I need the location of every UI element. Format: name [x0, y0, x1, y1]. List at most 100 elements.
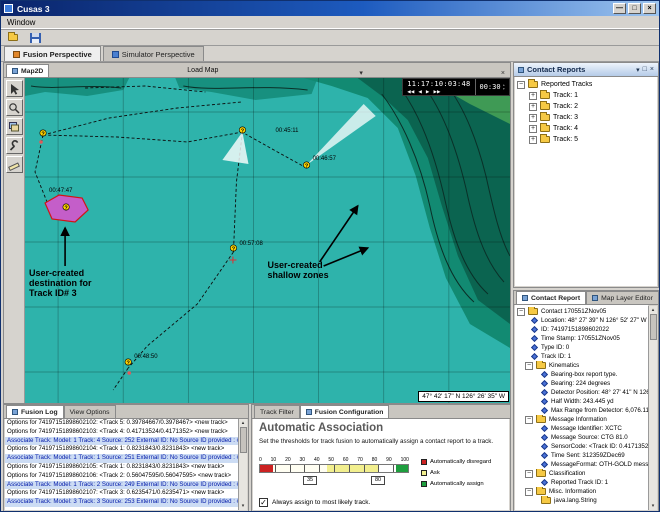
- time-control-bar[interactable]: 11:17:10:03:48 ◀◀ ◀ ▶ ▶▶ 00:30 ▴▾: [402, 78, 510, 96]
- minimize-button[interactable]: —: [613, 3, 626, 14]
- tree-item[interactable]: ID: 74197151898602022: [515, 325, 648, 334]
- play-icon[interactable]: ▶: [426, 88, 430, 95]
- tree-item-contact[interactable]: −Contact 170551ZNov05: [515, 307, 648, 316]
- tab-map-layer-editor[interactable]: Map Layer Editor: [586, 291, 659, 304]
- step-back-icon[interactable]: ◀: [418, 88, 422, 95]
- save-button[interactable]: [26, 31, 44, 45]
- close-button[interactable]: ×: [643, 3, 656, 14]
- collapse-icon[interactable]: −: [525, 488, 533, 496]
- log-entry[interactable]: Associate Track: Model: 1 Track: 4 Sourc…: [5, 437, 238, 446]
- tree-item-kinematics[interactable]: −Kinematics: [515, 361, 648, 370]
- upper-threshold-handle[interactable]: 80: [371, 476, 385, 485]
- measure-tool-button[interactable]: [6, 156, 23, 173]
- collapse-icon[interactable]: −: [517, 81, 525, 89]
- log-entry[interactable]: Associate Track: Model: 3 Track: 3 Sourc…: [5, 498, 238, 507]
- tree-item[interactable]: Max Range from Detector: 6,076.115 yd: [515, 406, 648, 415]
- time-interval-control[interactable]: 00:30 ▴▾: [475, 79, 510, 95]
- log-entry[interactable]: Associate Track: Model: 1 Track: 2 Sourc…: [5, 481, 238, 490]
- log-entry[interactable]: Options for 74197151898602107: <Track 3:…: [5, 489, 238, 498]
- panel-close-icon[interactable]: ×: [498, 70, 508, 77]
- log-entry[interactable]: Options for 74197151898602104: <Track 1:…: [5, 445, 238, 454]
- log-entry[interactable]: Options for 74197151898602106: <Track 2:…: [5, 472, 238, 481]
- tree-item-message-information[interactable]: −Message Information: [515, 415, 648, 424]
- tab-simulator-perspective[interactable]: Simulator Perspective: [103, 46, 204, 61]
- log-entry[interactable]: Options for 74197151898602103: <Track 4:…: [5, 428, 238, 437]
- vertical-scrollbar[interactable]: ▴ ▾: [238, 419, 247, 510]
- tree-item-track-2[interactable]: +Track: 2: [515, 101, 657, 112]
- checkbox-checked-icon[interactable]: ✓: [259, 498, 268, 507]
- log-entry[interactable]: Associate Track: Model: 1 Track: 1 Sourc…: [5, 454, 238, 463]
- tree-item[interactable]: Track ID: 1: [515, 352, 648, 361]
- tab-fusion-perspective[interactable]: Fusion Perspective: [4, 46, 101, 61]
- tab-track-filter[interactable]: Track Filter: [254, 405, 300, 418]
- log-entry[interactable]: Options for 74197151898602102: <Track 5:…: [5, 419, 238, 428]
- scroll-up-icon[interactable]: ▴: [242, 419, 245, 427]
- expand-icon[interactable]: +: [529, 136, 537, 144]
- scroll-thumb[interactable]: [650, 314, 657, 340]
- tree-item-track-1[interactable]: +Track: 1: [515, 90, 657, 101]
- load-map-button[interactable]: Load Map: [181, 67, 224, 74]
- expand-icon[interactable]: +: [529, 125, 537, 133]
- panel-chevron-icon[interactable]: ▾: [636, 66, 640, 74]
- svg-text:Track ID# 3: Track ID# 3: [29, 288, 77, 298]
- tab-map2d[interactable]: Map2D: [6, 64, 49, 77]
- tree-item[interactable]: Message Identifier: XCTC: [515, 424, 648, 433]
- tree-item-classification[interactable]: −Classification: [515, 469, 648, 478]
- tree-item[interactable]: Bearing: 224 degrees: [515, 379, 648, 388]
- fast-forward-icon[interactable]: ▶▶: [433, 88, 440, 95]
- tree-item[interactable]: Half Width: 243.445 yd: [515, 397, 648, 406]
- threshold-slider[interactable]: [259, 464, 409, 473]
- tree-item[interactable]: Message Source: CTG 81.0: [515, 433, 648, 442]
- panel-restore-icon[interactable]: □: [643, 66, 647, 74]
- scroll-thumb[interactable]: [240, 427, 247, 453]
- panel-close-icon[interactable]: ×: [650, 66, 654, 74]
- collapse-icon[interactable]: −: [517, 308, 525, 316]
- wrench-tool-button[interactable]: [6, 137, 23, 154]
- expand-icon[interactable]: +: [529, 92, 537, 100]
- tree-item[interactable]: Type ID: 0: [515, 343, 648, 352]
- tree-item[interactable]: Time Stamp: 170551ZNov05: [515, 334, 648, 343]
- tree-item[interactable]: Location: 48° 27' 39" N 126° 52' 27" W: [515, 316, 648, 325]
- tree-item[interactable]: Detector Position: 48° 27' 41" N 126° 52…: [515, 388, 648, 397]
- tab-view-options[interactable]: View Options: [64, 405, 116, 418]
- scroll-up-icon[interactable]: ▴: [652, 306, 655, 314]
- tree-item[interactable]: MessageFormat: OTH-GOLD message forma...: [515, 460, 648, 469]
- interval-down-icon[interactable]: ▾: [503, 87, 505, 91]
- scroll-down-icon[interactable]: ▾: [242, 502, 245, 510]
- expand-icon[interactable]: +: [529, 103, 537, 111]
- tab-fusion-configuration[interactable]: Fusion Configuration: [300, 405, 390, 418]
- collapse-icon[interactable]: −: [525, 416, 533, 424]
- tree-item-reported-tracks[interactable]: − Reported Tracks: [515, 79, 657, 90]
- pointer-tool-button[interactable]: [6, 80, 23, 97]
- tree-item[interactable]: SensorCode: <Track ID: 0.41713524/0.4171…: [515, 442, 648, 451]
- collapse-icon[interactable]: −: [525, 470, 533, 478]
- tree-item[interactable]: Time Sent: 312359ZDec69: [515, 451, 648, 460]
- log-entry[interactable]: Options for 74197151898602105: <Track 1:…: [5, 463, 238, 472]
- layers-tool-button[interactable]: [6, 118, 23, 135]
- fusion-log-list[interactable]: Options for 74197151898602102: <Track 5:…: [5, 419, 238, 510]
- map-canvas[interactable]: ? ? ? ? ? ? 00:47:47 00:45:11 00:46:57 0…: [25, 78, 510, 403]
- contact-reports-title-bar[interactable]: Contact Reports ▾ □ ×: [514, 63, 658, 77]
- menu-window[interactable]: Window: [1, 18, 41, 27]
- scroll-down-icon[interactable]: ▾: [652, 502, 655, 510]
- tab-fusion-log[interactable]: Fusion Log: [6, 405, 64, 418]
- panel-chevron-icon[interactable]: ▾: [356, 69, 366, 77]
- tree-item-misc-information[interactable]: −Misc. Information: [515, 487, 648, 496]
- always-assign-checkbox-row[interactable]: ✓ Always assign to most likely track.: [259, 498, 370, 507]
- zoom-tool-button[interactable]: [6, 99, 23, 116]
- collapse-icon[interactable]: −: [525, 362, 533, 370]
- lower-threshold-handle[interactable]: 35: [303, 476, 317, 485]
- tree-item[interactable]: Bearing-box report type.: [515, 370, 648, 379]
- expand-icon[interactable]: +: [529, 114, 537, 122]
- tree-item-track-5[interactable]: +Track: 5: [515, 134, 657, 145]
- title-bar[interactable]: Cusas 3 — □ ×: [1, 1, 659, 16]
- tree-item-track-4[interactable]: +Track: 4: [515, 123, 657, 134]
- tree-item[interactable]: Reported Track ID: 1: [515, 478, 648, 487]
- tree-item-track-3[interactable]: +Track: 3: [515, 112, 657, 123]
- tab-contact-report[interactable]: Contact Report: [516, 291, 586, 304]
- open-button[interactable]: [5, 31, 23, 45]
- maximize-button[interactable]: □: [628, 3, 641, 14]
- tree-item[interactable]: java.lang.String: [515, 496, 648, 505]
- rewind-icon[interactable]: ◀◀: [407, 88, 414, 95]
- vertical-scrollbar[interactable]: ▴ ▾: [648, 306, 657, 510]
